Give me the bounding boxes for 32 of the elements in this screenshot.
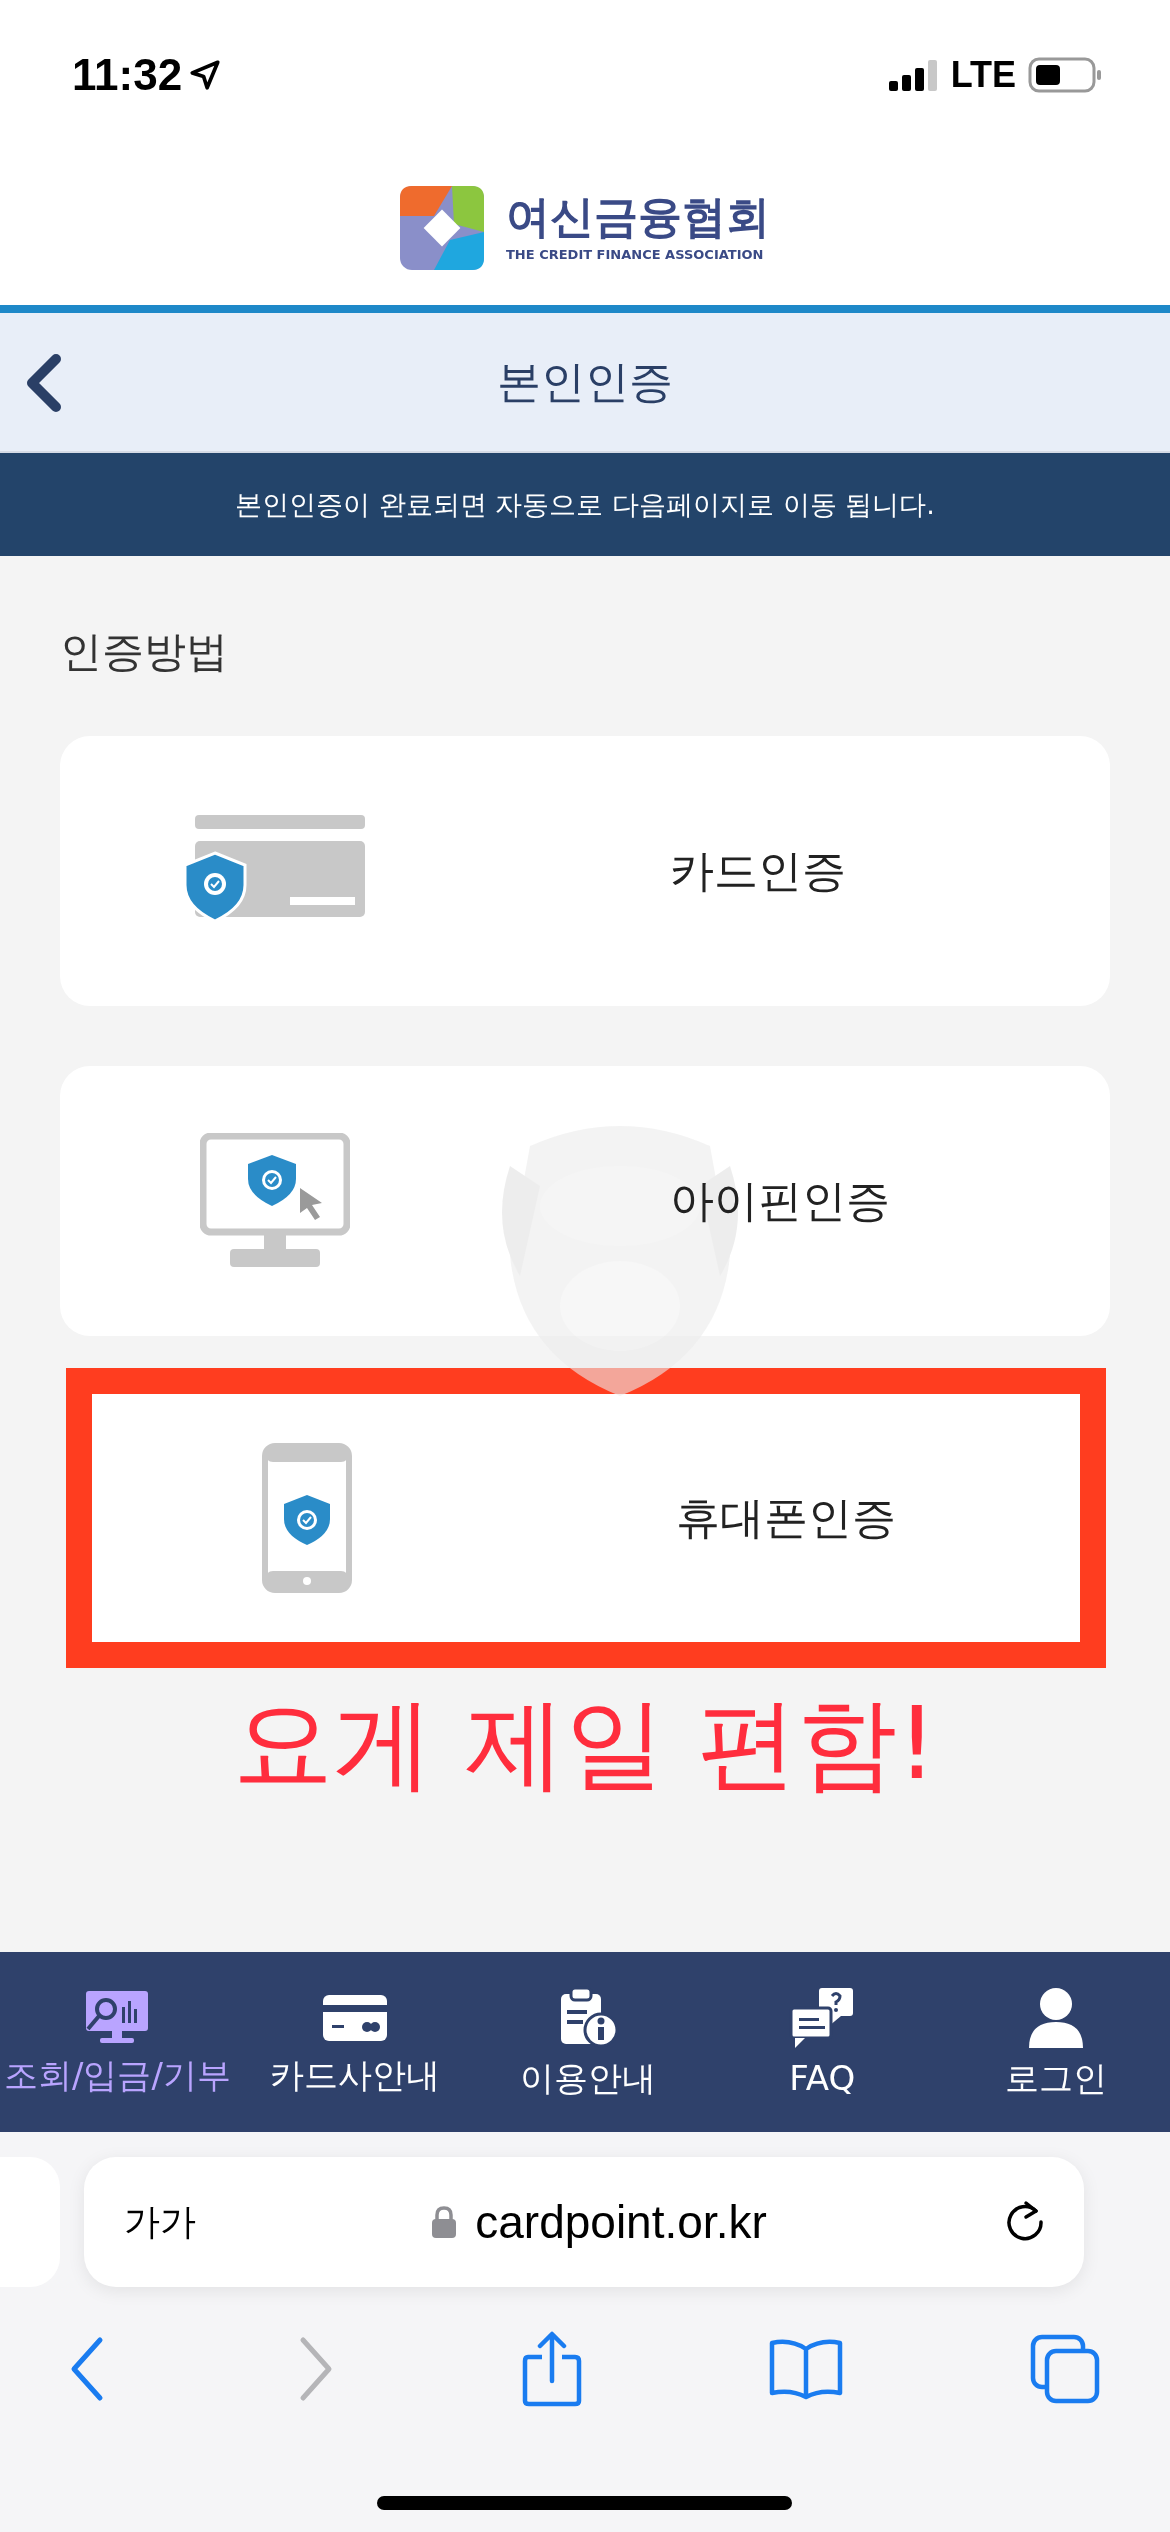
nav-item[interactable]: 카드사안내 xyxy=(244,1988,465,2096)
annotation-text: 요게 제일 편함! xyxy=(233,1684,937,1804)
method-card[interactable]: 휴대폰인증 xyxy=(66,1368,1106,1668)
share-icon[interactable] xyxy=(522,2331,582,2407)
section-title: 인증방법 xyxy=(60,626,228,678)
battery-icon xyxy=(1028,57,1102,93)
text-size-button[interactable]: 가가 xyxy=(124,2197,196,2247)
logo-icon xyxy=(400,185,484,270)
lock-icon xyxy=(431,2205,458,2239)
url-text: cardpoint.or.kr xyxy=(475,2195,767,2249)
nav-item[interactable]: FAQ xyxy=(712,1985,933,2099)
back-icon[interactable] xyxy=(24,353,64,413)
page-title: 본인인증 xyxy=(497,354,673,409)
address-bar[interactable]: 가가 cardpoint.or.kr xyxy=(84,2157,1084,2287)
book-icon[interactable] xyxy=(769,2337,843,2401)
phone-shield-icon xyxy=(262,1443,352,1593)
monitor-search-icon xyxy=(84,1988,151,2045)
nav-item[interactable]: 로그인 xyxy=(946,1985,1166,2099)
nav-item[interactable]: 이용안내 xyxy=(478,1985,699,2099)
monitor-shield-icon xyxy=(200,1133,350,1269)
signal-icon xyxy=(888,59,939,91)
status-time: 11:32 xyxy=(72,50,183,100)
location-arrow-icon xyxy=(188,58,223,92)
method-card[interactable]: 아이핀인증 xyxy=(60,1066,1110,1336)
tabs-icon[interactable] xyxy=(1030,2334,1100,2404)
logo-subtitle: THE CREDIT FINANCE ASSOCIATION xyxy=(506,247,765,263)
notice-text: 본인인증이 완료되면 자동으로 다음페이지로 이동 됩니다. xyxy=(235,487,935,522)
logo-name: 여신금융협회 xyxy=(506,192,770,242)
chat-question-icon xyxy=(789,1985,856,2048)
nav-item[interactable]: 조회/입금/기부 xyxy=(4,1988,231,2096)
method-card[interactable]: 카드인증 xyxy=(60,736,1110,1006)
network-label: LTE xyxy=(950,54,1016,96)
